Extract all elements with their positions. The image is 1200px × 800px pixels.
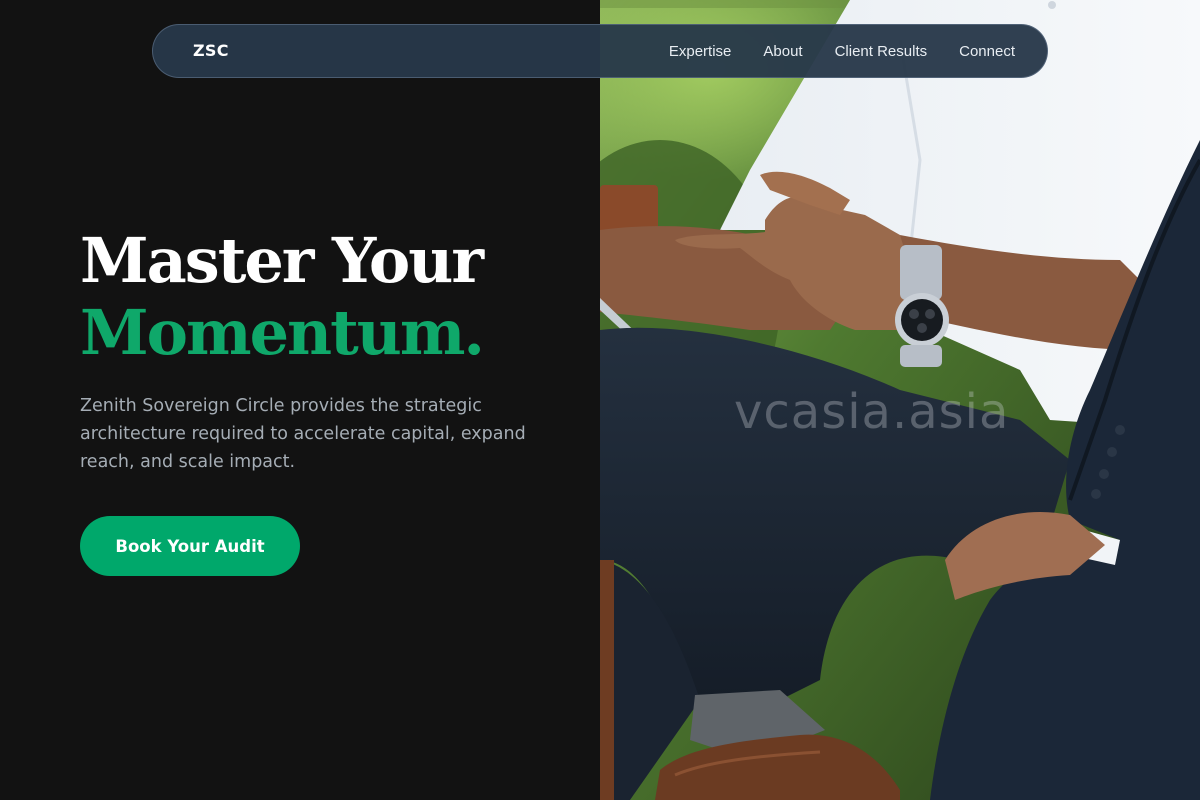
nav-link-client-results[interactable]: Client Results bbox=[835, 43, 928, 60]
nav-links: Expertise About Client Results Connect bbox=[669, 25, 1015, 77]
brand-logo[interactable]: ZSC bbox=[193, 25, 229, 77]
nav-link-connect[interactable]: Connect bbox=[959, 43, 1015, 60]
business-meeting-photo bbox=[600, 0, 1200, 800]
top-navigation-bar: ZSC Expertise About Client Results Conne… bbox=[152, 24, 1048, 78]
hero-subtitle: Zenith Sovereign Circle provides the str… bbox=[80, 396, 526, 472]
hero-title: Master Your Momentum. bbox=[80, 224, 485, 369]
hero-photo bbox=[600, 0, 1200, 800]
book-audit-button[interactable]: Book Your Audit bbox=[80, 516, 300, 576]
landing-page: vcasia.asia ZSC Expertise About Client R… bbox=[0, 0, 1200, 800]
nav-link-expertise[interactable]: Expertise bbox=[669, 43, 732, 60]
nav-link-about[interactable]: About bbox=[763, 43, 802, 60]
hero-title-line-2: Momentum. bbox=[80, 296, 485, 369]
hero-title-line-1: Master Your bbox=[80, 224, 484, 297]
